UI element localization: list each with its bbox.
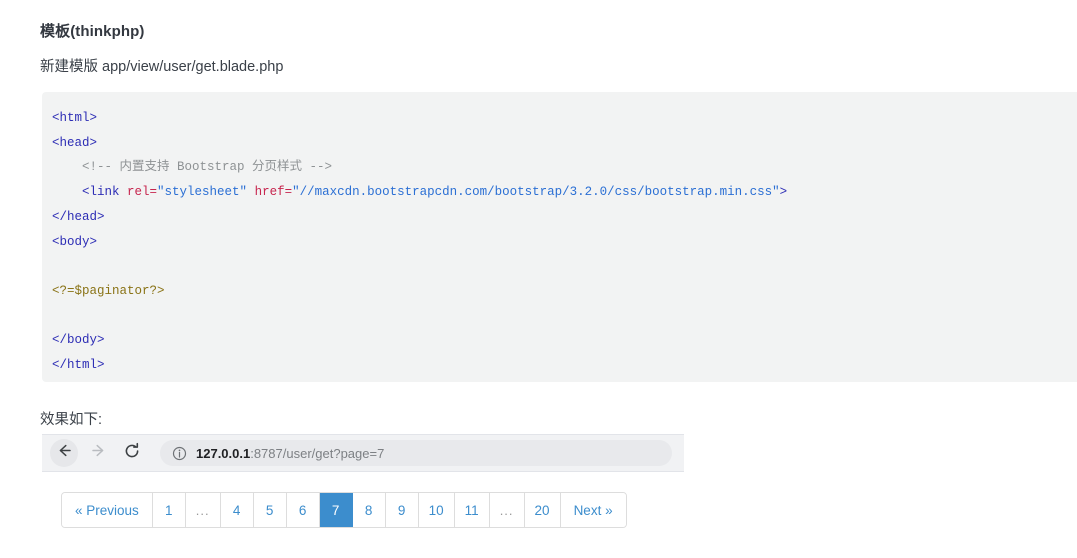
code-token-tag: </head>: [52, 209, 105, 224]
code-line: </head>: [42, 205, 1077, 230]
page-item-active[interactable]: 7: [319, 493, 353, 527]
code-token-comment: <!-- 内置支持 Bootstrap 分页样式 -->: [52, 160, 333, 175]
code-token-tag: <head>: [52, 135, 98, 150]
page-item[interactable]: Next »: [560, 493, 626, 527]
section-heading: 模板(thinkphp): [40, 23, 145, 40]
address-bar[interactable]: 127.0.0.1:8787/user/get?page=7: [160, 440, 672, 466]
code-token-tag: <link: [52, 185, 128, 200]
page-item[interactable]: 1: [152, 493, 186, 527]
page-ellipsis: ...: [489, 493, 525, 527]
url-host: 127.0.0.1: [196, 445, 251, 461]
page-item[interactable]: « Previous: [62, 493, 153, 527]
code-line: <!-- 内置支持 Bootstrap 分页样式 -->: [42, 155, 1077, 180]
code-line: <?=$paginator?>: [42, 279, 1077, 304]
code-token-tag: </body>: [52, 333, 105, 348]
code-token-string: "//maxcdn.bootstrapcdn.com/bootstrap/3.2…: [292, 185, 780, 200]
arrow-right-icon: [90, 442, 107, 464]
page-item[interactable]: 8: [352, 493, 386, 527]
code-token-attr: rel=: [127, 185, 158, 200]
page-item[interactable]: 20: [524, 493, 561, 527]
code-token-php: <?=$paginator?>: [52, 283, 165, 298]
code-line: <head>: [42, 131, 1077, 156]
info-circle-icon[interactable]: [172, 446, 187, 461]
code-line: </body>: [42, 328, 1077, 353]
page-item[interactable]: 9: [385, 493, 419, 527]
page-item[interactable]: 10: [418, 493, 455, 527]
reload-button[interactable]: [118, 439, 146, 467]
code-token-tag: <body>: [52, 234, 98, 249]
code-block: <html> <head> <!-- 内置支持 Bootstrap 分页样式 --…: [42, 92, 1077, 382]
arrow-left-icon: [56, 442, 73, 464]
documentation-page: 模板(thinkphp) 新建模版 app/view/user/get.blad…: [0, 0, 1077, 558]
url-path: :8787/user/get?page=7: [250, 445, 385, 461]
code-token-tag: >: [779, 185, 788, 200]
url-text: 127.0.0.1:8787/user/get?page=7: [196, 446, 384, 461]
forward-button[interactable]: [84, 439, 112, 467]
page-item[interactable]: 6: [286, 493, 320, 527]
code-token-attr: href=: [254, 185, 293, 200]
code-line: <body>: [42, 230, 1077, 255]
page-item[interactable]: 5: [253, 493, 287, 527]
code-token-tag: <html>: [52, 111, 98, 125]
reload-icon: [123, 442, 141, 465]
code-token-tag: [247, 185, 255, 199]
code-token-string: "stylesheet": [157, 185, 248, 200]
code-line: <html>: [42, 106, 1077, 131]
code-line: </html>: [42, 353, 1077, 378]
result-label: 效果如下:: [40, 412, 103, 428]
back-button[interactable]: [50, 439, 78, 467]
template-path-line: 新建模版 app/view/user/get.blade.php: [40, 59, 284, 75]
code-token-tag: </html>: [52, 358, 105, 373]
code-line: <link rel="stylesheet" href="//maxcdn.bo…: [42, 180, 1077, 205]
pagination[interactable]: « Previous 1... 4 5 6 7 8 9 10 11... 20 Next »: [61, 492, 627, 528]
browser-toolbar-mock: 127.0.0.1:8787/user/get?page=7: [42, 434, 684, 472]
page-ellipsis: ...: [185, 493, 221, 527]
page-item[interactable]: 4: [220, 493, 254, 527]
page-item[interactable]: 11: [454, 493, 490, 527]
